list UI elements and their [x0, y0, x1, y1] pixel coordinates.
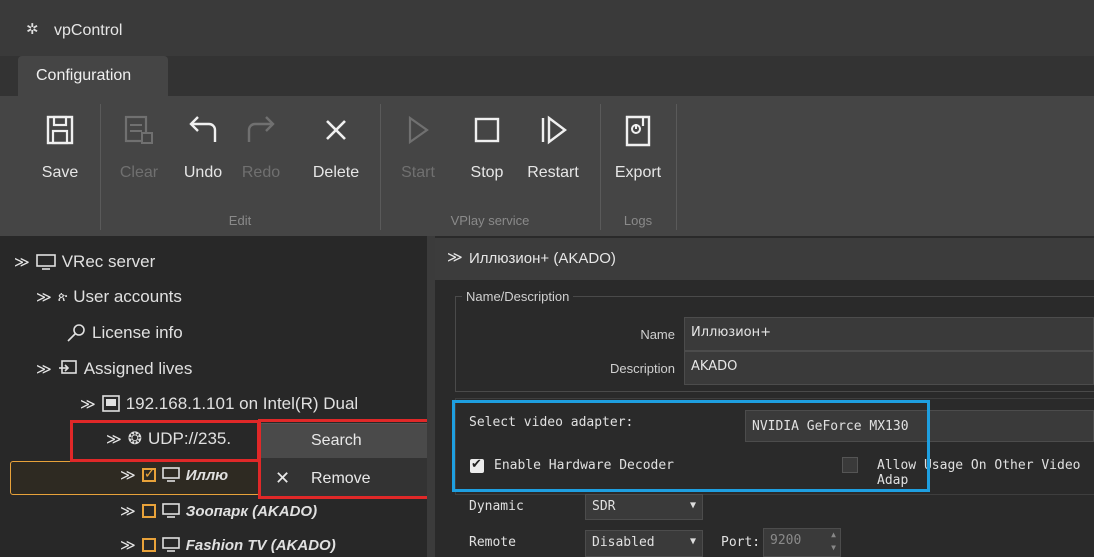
panel-header-title: Иллюзион+ (AKADO) [469, 250, 616, 267]
spin-up-icon[interactable]: ▲ [831, 530, 836, 539]
highlight-video-adapter [452, 400, 930, 492]
chevron-down-icon[interactable]: ≫ [14, 253, 30, 271]
remote-select[interactable]: Disabled ▼ [585, 530, 703, 557]
highlight-context-menu [258, 419, 430, 499]
undo-label: Undo [183, 164, 223, 181]
app-gear-icon: ✲ [26, 21, 39, 38]
dynamic-select[interactable]: SDR ▼ [585, 494, 703, 520]
tree-item-label: Иллю [185, 466, 229, 484]
chevron-down-icon[interactable]: ≫ [36, 360, 52, 378]
name-field[interactable]: Иллюзион+ [684, 317, 1094, 351]
separator [380, 104, 381, 230]
highlight-udp-node [70, 420, 260, 462]
chevron-right-icon[interactable]: ≫ [120, 502, 136, 520]
channel-checkbox[interactable] [141, 538, 156, 552]
tree-item-label: Fashion TV (AKADO) [185, 536, 336, 554]
tree-item-channel[interactable]: ≫ Зоопарк (AKADO) [120, 502, 318, 521]
chevron-right-icon[interactable]: ≫ [36, 288, 52, 306]
save-label: Save [41, 164, 79, 181]
tab-configuration[interactable]: Configuration [18, 56, 168, 96]
description-field[interactable]: AKADO [684, 351, 1094, 385]
port-label: Port: [721, 535, 761, 550]
channel-checkbox[interactable] [141, 504, 156, 518]
tree-item-label: Зоопарк (AKADO) [185, 502, 318, 520]
separator [676, 104, 677, 230]
stop-label: Stop [470, 164, 504, 181]
channel-checkbox[interactable] [141, 465, 156, 482]
chevron-down-icon: ▼ [689, 536, 696, 547]
chevron-right-icon[interactable]: ≫ [120, 466, 136, 484]
monitor-icon [161, 467, 180, 483]
port-value: 9200 [770, 533, 802, 548]
chevron-right-icon[interactable]: ≫ [120, 536, 136, 554]
panel-header[interactable]: ≫ Иллюзион+ (AKADO) [435, 238, 1094, 280]
group-label-vplay: VPlay service [450, 213, 530, 228]
tree-item-label: VRec server [61, 252, 156, 271]
tree-item-license-info[interactable]: License info [66, 323, 183, 343]
tree-item-assigned-lives[interactable]: ≫ Assigned lives [36, 359, 192, 379]
redo-icon [247, 116, 275, 142]
tree-item-vrec-server[interactable]: ≫ VRec server [14, 252, 155, 272]
name-label: Name [640, 327, 675, 342]
clear-icon [124, 115, 153, 144]
remote-value: Disabled [592, 535, 655, 550]
port-spinbox[interactable]: 9200 ▲ ▼ [763, 528, 841, 557]
tree-item-label: Assigned lives [83, 359, 193, 378]
remote-label: Remote [469, 535, 516, 550]
chevron-down-icon[interactable]: ≫ [447, 248, 463, 266]
restart-icon [541, 115, 567, 145]
tab-configuration-label: Configuration [36, 67, 132, 84]
dynamic-label: Dynamic [469, 499, 524, 514]
dynamic-value: SDR [592, 499, 616, 514]
monitor-icon [161, 537, 180, 553]
group-title: Name/Description [462, 289, 574, 304]
delete-label: Delete [312, 164, 360, 181]
export-logs-icon [625, 115, 651, 147]
assign-icon [58, 359, 78, 379]
start-label: Start [401, 164, 435, 181]
clear-label: Clear [119, 164, 159, 181]
monitor-icon [35, 253, 56, 271]
undo-icon [189, 116, 217, 142]
description-label: Description [609, 361, 675, 376]
tree-item-label: User accounts [73, 287, 182, 306]
tree-item-label: 192.168.1.101 on Intel(R) Dual [125, 394, 359, 413]
key-icon [66, 323, 86, 343]
monitor-icon [161, 503, 180, 519]
tree-item-host[interactable]: ≫ 192.168.1.101 on Intel(R) Dual [80, 394, 358, 414]
group-label-logs: Logs [623, 213, 653, 228]
stop-icon [474, 117, 500, 143]
redo-label: Redo [241, 164, 281, 181]
window-title: vpControl [54, 22, 123, 39]
restart-label: Restart [527, 164, 579, 181]
tree-item-channel[interactable]: ≫ Иллю [120, 465, 229, 484]
chevron-down-icon[interactable]: ≫ [80, 395, 96, 413]
tree-item-label: License info [92, 323, 183, 342]
group-label-edit: Edit [228, 213, 252, 228]
delete-icon [326, 120, 346, 140]
play-icon [408, 115, 429, 145]
spin-down-icon[interactable]: ▼ [831, 543, 836, 552]
users-icon: ጵ [57, 289, 68, 304]
tree-item-user-accounts[interactable]: ≫ ጵ User accounts [36, 287, 182, 307]
save-icon [46, 115, 74, 145]
tree-item-channel[interactable]: ≫ Fashion TV (AKADO) [120, 536, 336, 555]
properties-panel [435, 236, 1094, 557]
title-bar: ✲ vpControl [0, 0, 1094, 56]
separator [100, 104, 101, 230]
chevron-down-icon: ▼ [689, 500, 696, 511]
export-label: Export [614, 164, 662, 181]
panel-splitter[interactable] [427, 236, 435, 557]
computer-icon [101, 395, 120, 413]
separator [600, 104, 601, 230]
